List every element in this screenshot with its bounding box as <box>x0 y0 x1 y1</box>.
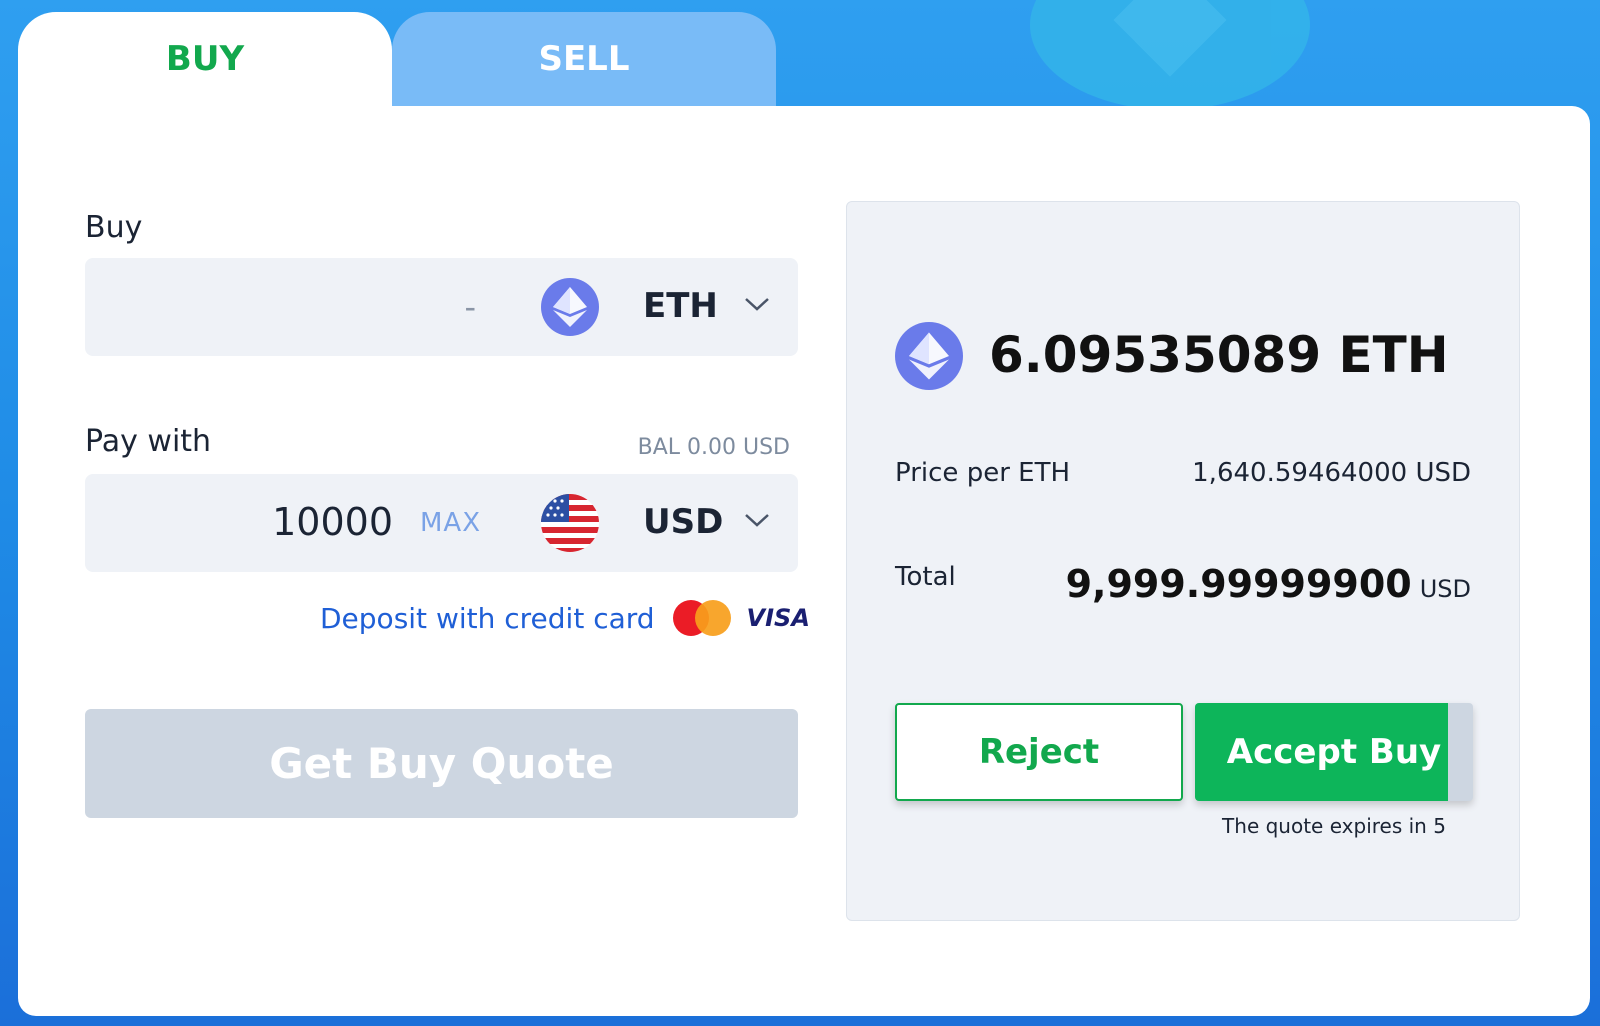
buy-label: Buy <box>85 210 143 245</box>
buy-amount-field[interactable]: - ETH <box>85 258 798 356</box>
total-unit: USD <box>1419 575 1471 603</box>
total-label: Total <box>895 562 956 592</box>
total-value: 9,999.99999900 USD <box>1066 562 1471 606</box>
us-flag-icon <box>541 494 599 552</box>
buy-currency-label[interactable]: ETH <box>643 286 718 326</box>
quote-amount: 6.09535089 ETH <box>989 326 1449 384</box>
reject-button[interactable]: Reject <box>895 703 1183 801</box>
price-per-eth-value: 1,640.59464000 USD <box>1192 458 1471 488</box>
total-amount: 9,999.99999900 <box>1065 562 1412 606</box>
quote-expiry-text: The quote expires in 5 <box>1222 814 1446 838</box>
max-button[interactable]: MAX <box>420 508 481 538</box>
tab-sell[interactable]: SELL <box>392 12 776 106</box>
deposit-credit-card-link[interactable]: Deposit with credit card <box>320 602 655 635</box>
pay-amount-field[interactable]: 10000 MAX USD <box>85 474 798 572</box>
ethereum-icon <box>541 278 599 336</box>
buy-amount-value[interactable]: - <box>464 288 476 326</box>
chevron-down-icon[interactable] <box>741 504 773 536</box>
pay-amount-value[interactable]: 10000 <box>272 500 393 544</box>
balance-label: BAL 0.00 USD <box>637 435 790 460</box>
accept-buy-button[interactable]: Accept Buy <box>1195 703 1473 801</box>
get-buy-quote-button[interactable]: Get Buy Quote <box>85 709 798 818</box>
quote-panel: 6.09535089 ETH Price per ETH 1,640.59464… <box>846 201 1520 921</box>
tab-bar: BUY SELL <box>18 12 776 106</box>
price-per-eth-label: Price per ETH <box>895 458 1071 488</box>
chevron-down-icon[interactable] <box>741 288 773 320</box>
pay-currency-label[interactable]: USD <box>643 502 723 542</box>
visa-icon: VISA <box>746 604 810 632</box>
background-coin-decoration <box>1030 0 1310 110</box>
mastercard-icon <box>672 600 731 636</box>
tab-buy[interactable]: BUY <box>18 12 392 106</box>
ethereum-icon <box>895 322 963 390</box>
accept-buy-label: Accept Buy <box>1226 732 1442 772</box>
deposit-row: Deposit with credit card VISA <box>320 600 810 636</box>
pay-with-label: Pay with <box>85 424 212 459</box>
